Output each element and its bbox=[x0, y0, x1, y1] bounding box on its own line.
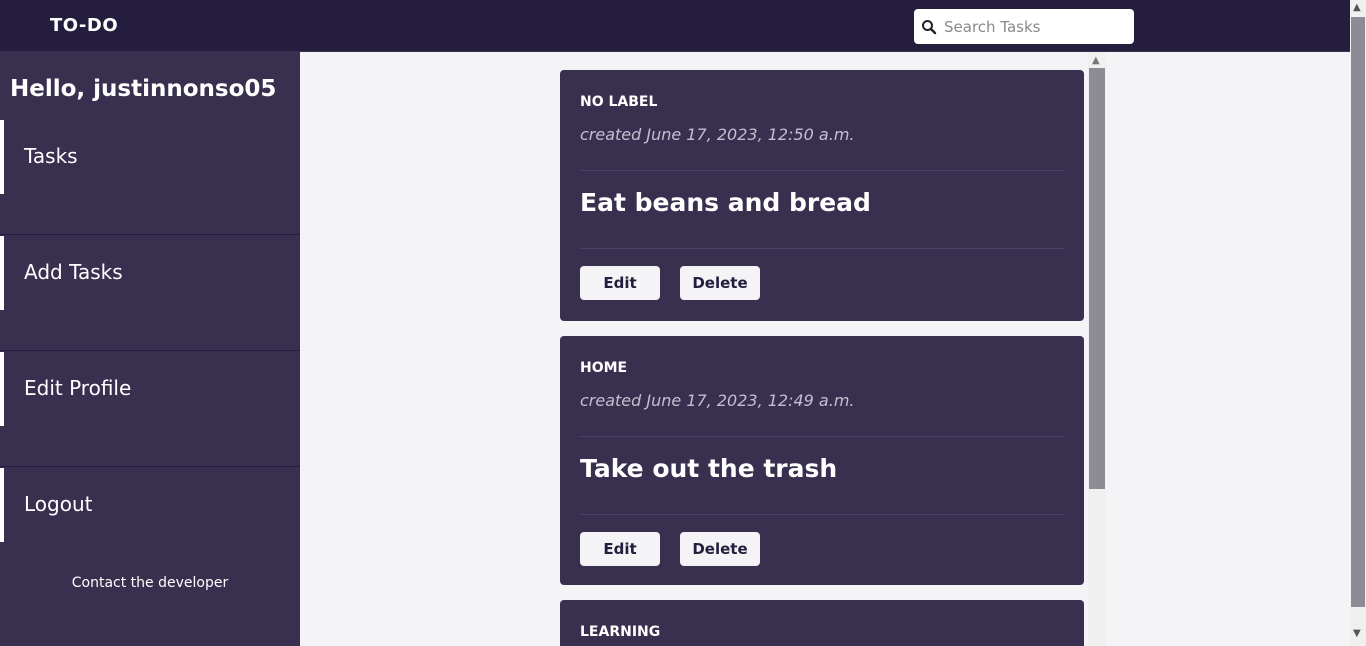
search-box[interactable] bbox=[914, 9, 1134, 44]
task-category: NO LABEL bbox=[580, 94, 658, 110]
greeting: Hello, justinnonso05 bbox=[10, 76, 277, 102]
task-card: HOME created June 17, 2023, 12:49 a.m. T… bbox=[560, 336, 1084, 585]
divider bbox=[580, 514, 1064, 515]
divider bbox=[580, 436, 1064, 437]
scroll-down-icon[interactable]: ▼ bbox=[1353, 628, 1361, 639]
sidebar-item-logout[interactable]: Logout bbox=[0, 468, 300, 583]
task-created-date: created June 17, 2023, 12:49 a.m. bbox=[580, 391, 855, 410]
sidebar-item-edit-profile[interactable]: Edit Profile bbox=[0, 352, 300, 467]
top-navbar: TO-DO bbox=[0, 0, 1350, 52]
edit-button[interactable]: Edit bbox=[580, 532, 660, 566]
task-category: HOME bbox=[580, 360, 628, 376]
sidebar-item-label: Edit Profile bbox=[24, 376, 132, 400]
sidebar-item-label: Tasks bbox=[24, 144, 78, 168]
nav-accent-bar bbox=[0, 236, 4, 310]
task-created-date: created June 17, 2023, 12:50 a.m. bbox=[580, 125, 855, 144]
sidebar-item-label: Logout bbox=[24, 492, 93, 516]
task-list: NO LABEL created June 17, 2023, 12:50 a.… bbox=[300, 52, 1350, 646]
divider bbox=[580, 170, 1064, 171]
delete-button[interactable]: Delete bbox=[680, 532, 760, 566]
page-scrollbar[interactable]: ▲ ▼ bbox=[1350, 0, 1366, 646]
task-title: Take out the trash bbox=[580, 454, 838, 483]
task-category: LEARNING bbox=[580, 624, 661, 640]
brand-logo[interactable]: TO-DO bbox=[50, 15, 118, 36]
sidebar-item-label: Add Tasks bbox=[24, 260, 123, 284]
divider bbox=[580, 248, 1064, 249]
contact-developer-link[interactable]: Contact the developer bbox=[0, 575, 300, 591]
search-icon bbox=[922, 20, 937, 35]
edit-button[interactable]: Edit bbox=[580, 266, 660, 300]
nav-accent-bar bbox=[0, 468, 4, 542]
task-card: NO LABEL created June 17, 2023, 12:50 a.… bbox=[560, 70, 1084, 321]
task-card: LEARNING bbox=[560, 600, 1084, 646]
delete-button[interactable]: Delete bbox=[680, 266, 760, 300]
sidebar: Hello, justinnonso05 Tasks Add Tasks Edi… bbox=[0, 52, 300, 646]
sidebar-item-tasks[interactable]: Tasks bbox=[0, 120, 300, 235]
scroll-up-icon[interactable]: ▲ bbox=[1353, 2, 1361, 13]
sidebar-item-add-tasks[interactable]: Add Tasks bbox=[0, 236, 300, 351]
task-list-scrollbar[interactable]: ▲ bbox=[1088, 52, 1106, 646]
scroll-up-icon[interactable]: ▲ bbox=[1092, 55, 1100, 66]
scrollbar-thumb[interactable] bbox=[1351, 17, 1365, 607]
nav-accent-bar bbox=[0, 352, 4, 426]
scrollbar-thumb[interactable] bbox=[1089, 68, 1105, 489]
search-input[interactable] bbox=[944, 9, 1129, 44]
task-title: Eat beans and bread bbox=[580, 188, 871, 217]
nav-accent-bar bbox=[0, 120, 4, 194]
